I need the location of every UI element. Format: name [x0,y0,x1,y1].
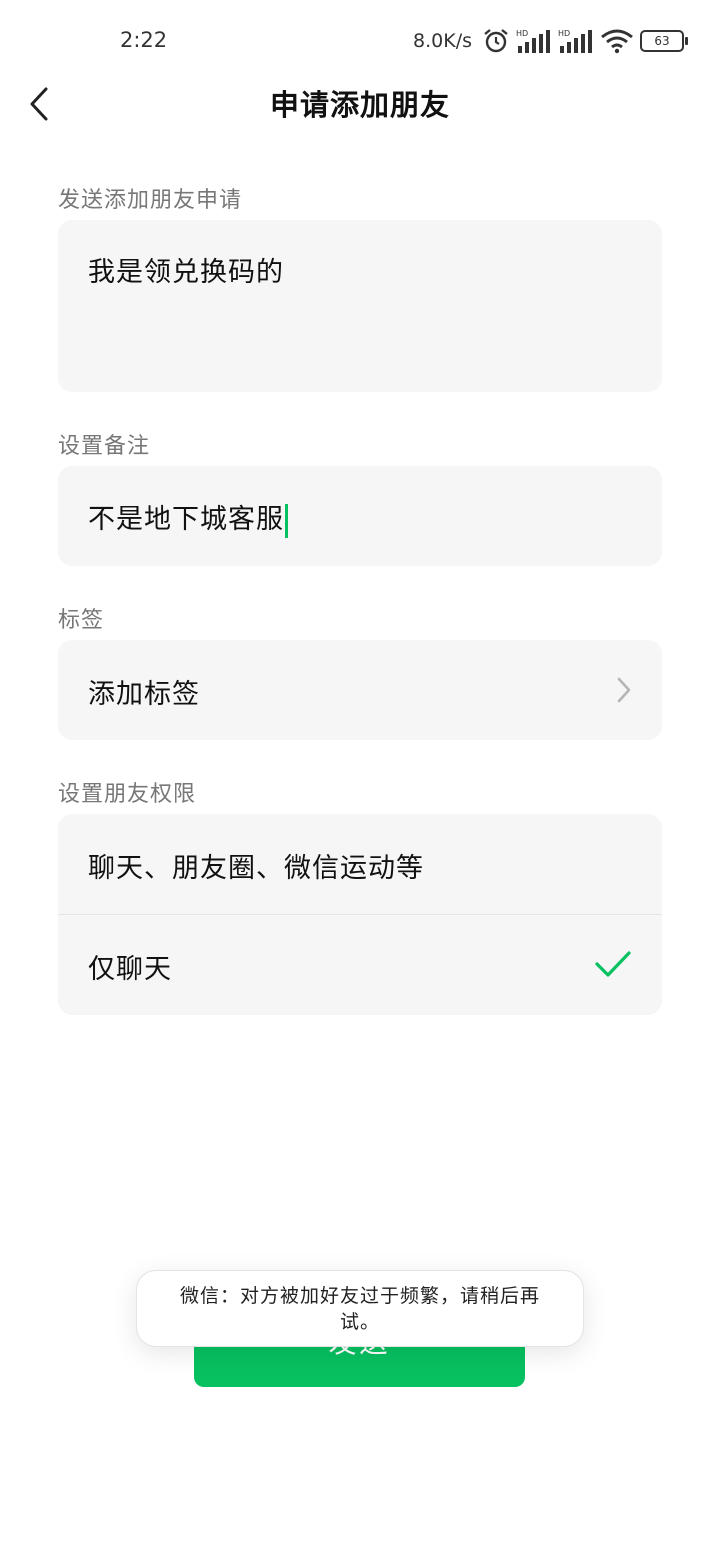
hd-signal-icon: HD [558,28,594,54]
permission-option-label: 聊天、朋友圈、微信运动等 [88,853,424,884]
battery-level: 63 [654,34,670,48]
remark-text: 不是地下城客服 [88,504,284,535]
permission-option-all[interactable]: 聊天、朋友圈、微信运动等 [58,814,662,915]
alarm-icon [482,27,510,55]
toast-text: 微信：对方被加好友过于频繁，请稍后再试。 [179,1285,540,1333]
add-tag-label: 添加标签 [88,679,200,710]
chevron-right-icon [617,677,631,703]
remark-text-wrapper: 不是地下城客服 [88,497,288,538]
request-message-text: 我是领兑换码的 [88,257,284,288]
status-time: 2:22 [120,28,168,52]
add-tag-row[interactable]: 添加标签 [58,640,662,740]
page-title: 申请添加朋友 [269,88,450,122]
network-speed: 8.0K/s [413,30,472,52]
toast-message: 微信：对方被加好友过于频繁，请稍后再试。 [136,1270,584,1347]
svg-text:HD: HD [558,29,570,38]
svg-text:HD: HD [516,29,528,38]
permission-option-chat-only[interactable]: 仅聊天 [58,915,662,1015]
remark-label: 设置备注 [58,434,151,459]
permission-option-label: 仅聊天 [88,954,172,985]
remark-input[interactable]: 不是地下城客服 [58,466,662,566]
request-message-label: 发送添加朋友申请 [58,188,243,213]
checkmark-icon [595,951,631,977]
wifi-icon [600,28,634,54]
hd-signal-icon: HD [516,28,552,54]
status-icons: 8.0K/s HD HD 63 [413,26,688,56]
nav-bar: 申请添加朋友 [0,68,720,138]
permissions-label: 设置朋友权限 [58,782,197,807]
request-message-input[interactable]: 我是领兑换码的 [58,220,662,392]
tags-label: 标签 [58,608,105,633]
permissions-group: 聊天、朋友圈、微信运动等 仅聊天 [58,814,662,1015]
battery-icon: 63 [640,30,688,52]
text-cursor [285,503,288,538]
